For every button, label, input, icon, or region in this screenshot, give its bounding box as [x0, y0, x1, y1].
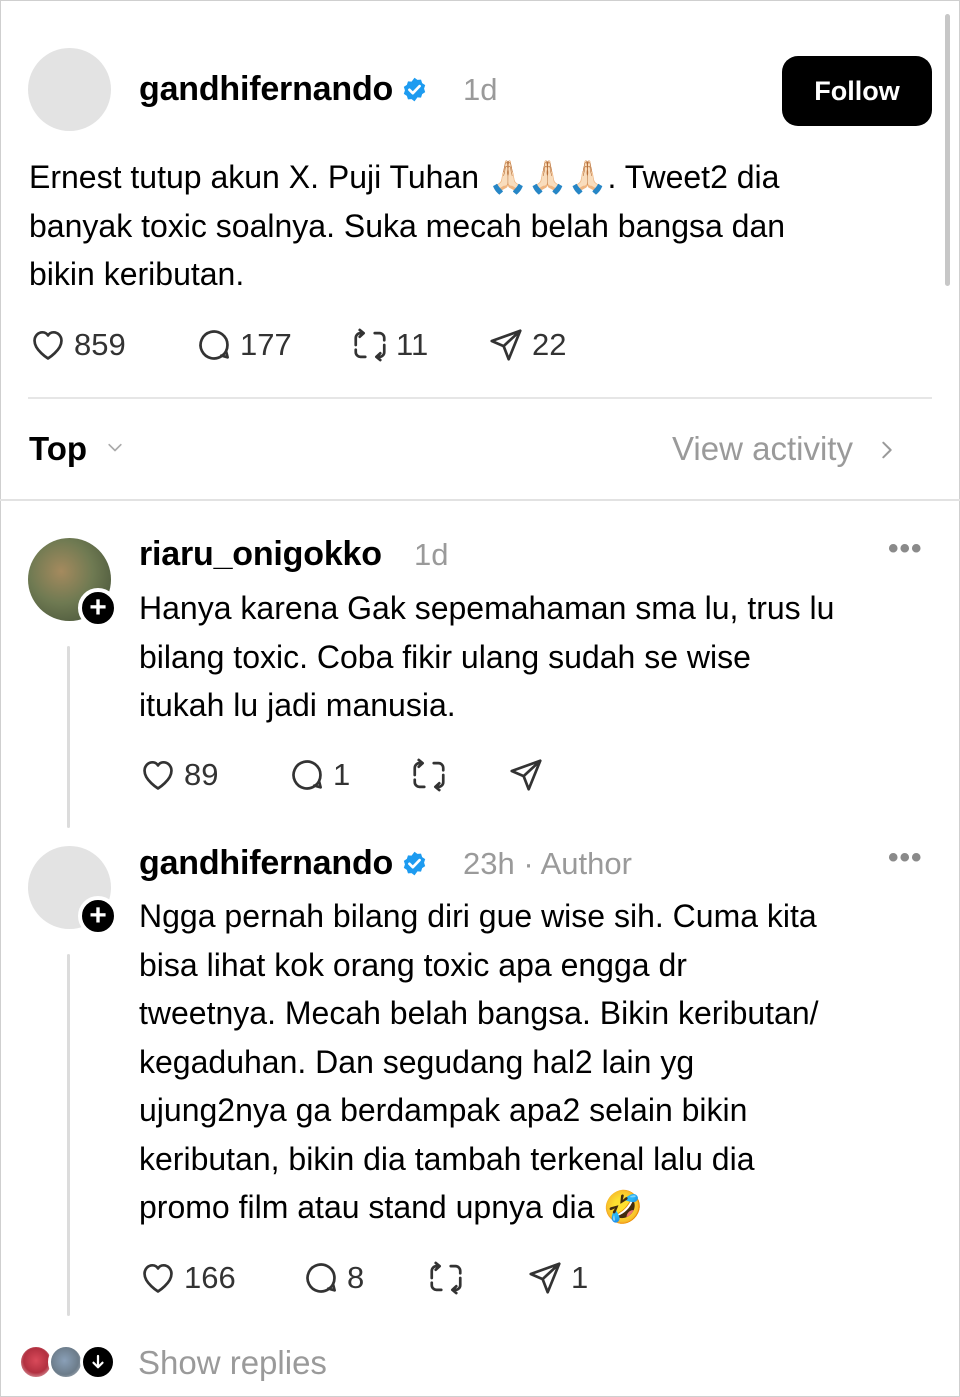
repost-icon [413, 758, 445, 792]
comment-icon [199, 330, 229, 360]
comment-icon [292, 760, 322, 790]
sort-dropdown[interactable]: Top [29, 430, 128, 468]
author-reply-comment-count: 8 [347, 1260, 365, 1295]
post-repost-count: 11 [396, 327, 429, 362]
author-reply-like-count: 166 [184, 1260, 236, 1295]
reply-like-button[interactable]: 89 [138, 756, 218, 794]
author-reply-comment-button[interactable]: 8 [301, 1259, 364, 1297]
send-icon [490, 329, 522, 361]
sort-label: Top [29, 430, 88, 467]
show-replies-link[interactable]: Show replies [138, 1344, 327, 1382]
expand-replies-icon[interactable] [80, 1344, 116, 1380]
reply-like-count: 89 [184, 757, 219, 792]
post-comment-button[interactable]: 177 [194, 326, 292, 364]
send-icon [529, 1262, 561, 1294]
author-reply-username[interactable]: gandhifernando [139, 844, 428, 883]
post-text: Ernest tutup akun X. Puji Tuhan 🙏🏻🙏🏻🙏🏻. … [29, 159, 786, 292]
author-tag: · Author [523, 846, 632, 881]
scrollbar[interactable] [945, 14, 950, 286]
verified-badge-icon [403, 851, 426, 876]
view-activity-link[interactable]: View activity [672, 430, 898, 468]
reply-comment-button[interactable]: 1 [287, 756, 350, 794]
chevron-right-icon [882, 441, 892, 459]
post-share-count: 22 [532, 327, 567, 362]
reply-time: 1d [414, 537, 449, 572]
heart-icon [143, 760, 173, 790]
reply-repost-button[interactable] [409, 756, 449, 794]
post-comment-count: 177 [240, 327, 292, 362]
send-icon [510, 759, 542, 791]
reply-comment-count: 1 [333, 757, 351, 792]
thread-line [67, 954, 70, 1316]
replier-avatar [48, 1344, 84, 1380]
follow-plus-icon[interactable]: + [78, 896, 118, 936]
post-avatar[interactable] [28, 48, 111, 131]
verified-badge-icon [403, 77, 426, 102]
post-time: 1d [463, 72, 498, 107]
chevron-down-icon [108, 443, 122, 452]
post-divider [28, 397, 932, 399]
comment-icon [306, 1263, 336, 1293]
post-share-button[interactable]: 22 [486, 326, 566, 364]
author-reply-share-count: 1 [571, 1260, 589, 1295]
author-reply-time: 23h [463, 846, 515, 881]
follow-button[interactable]: Follow [782, 56, 932, 126]
heart-icon [143, 1263, 173, 1293]
more-options-icon[interactable]: ••• [888, 841, 923, 875]
author-reply-repost-button[interactable] [426, 1259, 466, 1297]
repost-icon [430, 1261, 462, 1295]
post-username-text[interactable]: gandhifernando [139, 70, 393, 108]
post-like-button[interactable]: 859 [28, 326, 126, 364]
author-reply-text: Ngga pernah bilang diri gue wise sih. Cu… [139, 898, 819, 1225]
reply-text: Hanya karena Gak sepemahaman sma lu, tru… [139, 590, 835, 723]
author-reply-username-text[interactable]: gandhifernando [139, 844, 393, 882]
author-reply-meta: 23h · Author [463, 846, 632, 882]
more-options-icon[interactable]: ••• [888, 532, 923, 566]
post-like-count: 859 [74, 327, 126, 362]
view-activity-label: View activity [672, 430, 853, 467]
thread-line [67, 646, 70, 828]
reply-username[interactable]: riaru_onigokko [139, 535, 382, 574]
reply-share-button[interactable] [506, 756, 546, 794]
section-separator [0, 499, 960, 501]
repost-icon [354, 328, 386, 362]
arrow-down-icon [92, 1354, 104, 1369]
post-username[interactable]: gandhifernando [139, 70, 428, 109]
follow-plus-icon[interactable]: + [78, 588, 118, 628]
heart-icon [33, 330, 63, 360]
post-repost-button[interactable]: 11 [350, 326, 428, 364]
author-reply-like-button[interactable]: 166 [138, 1259, 236, 1297]
author-reply-share-button[interactable]: 1 [525, 1259, 588, 1297]
